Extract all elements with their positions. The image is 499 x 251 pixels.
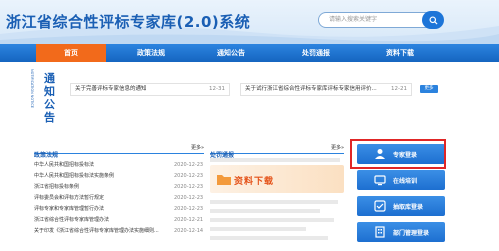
placeholder-line	[210, 200, 338, 204]
placeholder-line	[210, 209, 320, 213]
nav-home[interactable]: 首页	[36, 44, 106, 62]
department-login-button[interactable]: 部门管理登录	[357, 222, 445, 242]
notice-side-label: NOTIFICATION NOTICE	[30, 69, 34, 109]
search-icon	[428, 15, 438, 25]
notice-more-button[interactable]: 更多	[420, 85, 438, 93]
policy-panel-title: 政策法规	[34, 152, 59, 159]
training-icon	[373, 173, 387, 187]
list-item[interactable]: 关于印发《浙江省综合性评标专家库管理办法实施细则... 2020-12-14	[34, 227, 204, 235]
department-icon	[373, 225, 387, 239]
nav-notice[interactable]: 通知公告	[196, 44, 266, 62]
expert-login-highlight-box	[350, 139, 446, 169]
nav-download[interactable]: 资料下载	[362, 44, 438, 62]
list-item[interactable]: 评标委员会和评标方法暂行规定 2020-12-23	[34, 194, 204, 202]
folder-icon	[217, 175, 231, 185]
notice-item[interactable]: 关于试行浙江省综合性评标专家库评标专家信用评价... 12-21	[240, 83, 412, 96]
placeholder-line	[210, 158, 340, 162]
policy-panel-header: 政策法规 更多»	[34, 142, 204, 159]
main-nav: 首页 政策法规 通知公告 处罚通报 资料下载	[0, 44, 499, 62]
site-header: 浙江省综合性评标专家库(2.0)系统 请输入搜索关键字	[0, 0, 499, 44]
search-button[interactable]	[422, 11, 444, 29]
notice-item[interactable]: 关于完善评标专家信息的通知 12-31	[70, 83, 230, 96]
placeholder-line	[210, 227, 306, 231]
site-title: 浙江省综合性评标专家库(2.0)系统	[6, 13, 251, 31]
extraction-icon	[373, 199, 387, 213]
list-item[interactable]: 评标专家和专家库管理暂行办法 2020-12-23	[34, 205, 204, 213]
policy-more-link[interactable]: 更多»	[191, 144, 204, 151]
placeholder-line	[210, 218, 334, 222]
extraction-login-button[interactable]: 抽取库登录	[357, 196, 445, 216]
online-training-button[interactable]: 在线培训	[357, 170, 445, 190]
placeholder-line	[210, 236, 328, 240]
list-item[interactable]: 中华人民共和国招标投标法实施条例 2020-12-23	[34, 172, 204, 180]
download-banner-text: 资料下载	[234, 177, 275, 187]
penalty-more-link[interactable]: 更多»	[331, 144, 344, 151]
penalty-panel-header: 处罚通报 更多»	[210, 142, 344, 159]
notice-heading: 通知公告	[44, 72, 55, 124]
list-item[interactable]: 浙江省综合性评标专家库管理办法 2020-12-21	[34, 216, 204, 224]
nav-policy[interactable]: 政策法规	[116, 44, 186, 62]
nav-penalty[interactable]: 处罚通报	[278, 44, 354, 62]
list-item[interactable]: 浙江省招标投标条例 2020-12-23	[34, 183, 204, 191]
download-banner[interactable]: 资料下载	[210, 165, 344, 193]
list-item[interactable]: 中华人民共和国招标投标法 2020-12-23	[34, 161, 204, 169]
